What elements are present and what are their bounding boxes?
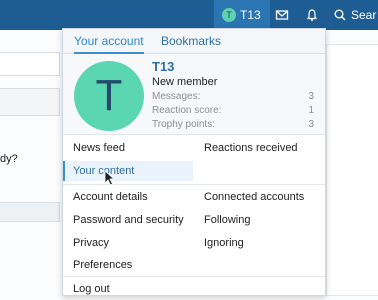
- menu-privacy[interactable]: Privacy: [63, 233, 193, 253]
- search-label: Sear: [351, 8, 377, 22]
- stat-trophy-points: Trophy points: 3: [152, 119, 314, 130]
- stat-label: Trophy points:: [152, 119, 215, 130]
- top-nav-bar: T T13 Sear: [0, 0, 378, 30]
- search-icon: [334, 9, 346, 21]
- profile-username[interactable]: T13: [152, 59, 174, 74]
- tab-bookmarks[interactable]: Bookmarks: [161, 29, 221, 53]
- mouse-cursor-icon: [104, 170, 116, 186]
- stat-label: Messages:: [152, 91, 201, 102]
- popup-tabs: Your account Bookmarks: [63, 29, 325, 54]
- stat-value: 3: [308, 119, 314, 130]
- stat-label: Reaction score:: [152, 105, 222, 116]
- profile-summary: T T13 New member Messages: 3 Reaction sc…: [63, 54, 325, 135]
- menu-ignoring[interactable]: Ignoring: [194, 233, 324, 253]
- menu-divider: [63, 276, 325, 277]
- envelope-icon[interactable]: [275, 8, 289, 22]
- background-bar: [0, 202, 60, 222]
- menu-your-content[interactable]: Your content: [63, 161, 193, 181]
- menu-following[interactable]: Following: [194, 210, 324, 230]
- background-block: [0, 88, 60, 116]
- user-account-button[interactable]: T T13: [214, 0, 270, 30]
- stat-reaction-score: Reaction score: 1: [152, 105, 314, 116]
- background-text: dy?: [0, 153, 18, 165]
- avatar[interactable]: T: [74, 61, 144, 131]
- user-name-label: T13: [240, 8, 261, 22]
- search-button[interactable]: Sear: [334, 0, 376, 30]
- stat-messages: Messages: 3: [152, 91, 314, 102]
- menu-account-details[interactable]: Account details: [63, 187, 193, 207]
- account-popup: Your account Bookmarks T T13 New member …: [62, 28, 326, 296]
- tab-your-account[interactable]: Your account: [74, 29, 144, 54]
- user-avatar-small: T: [222, 8, 236, 22]
- menu-news-feed[interactable]: News feed: [63, 138, 193, 158]
- stat-value: 3: [308, 91, 314, 102]
- bell-icon[interactable]: [305, 8, 319, 22]
- stat-value: 1: [308, 105, 314, 116]
- menu-password-security[interactable]: Password and security: [63, 210, 193, 230]
- menu-reactions-received[interactable]: Reactions received: [194, 138, 324, 158]
- menu-connected-accounts[interactable]: Connected accounts: [194, 187, 324, 207]
- background-right-panel: [326, 44, 378, 296]
- menu-log-out[interactable]: Log out: [63, 279, 193, 295]
- menu-divider: [63, 184, 325, 185]
- background-input[interactable]: [0, 52, 60, 76]
- menu-preferences[interactable]: Preferences: [63, 255, 193, 275]
- user-title: New member: [152, 76, 218, 88]
